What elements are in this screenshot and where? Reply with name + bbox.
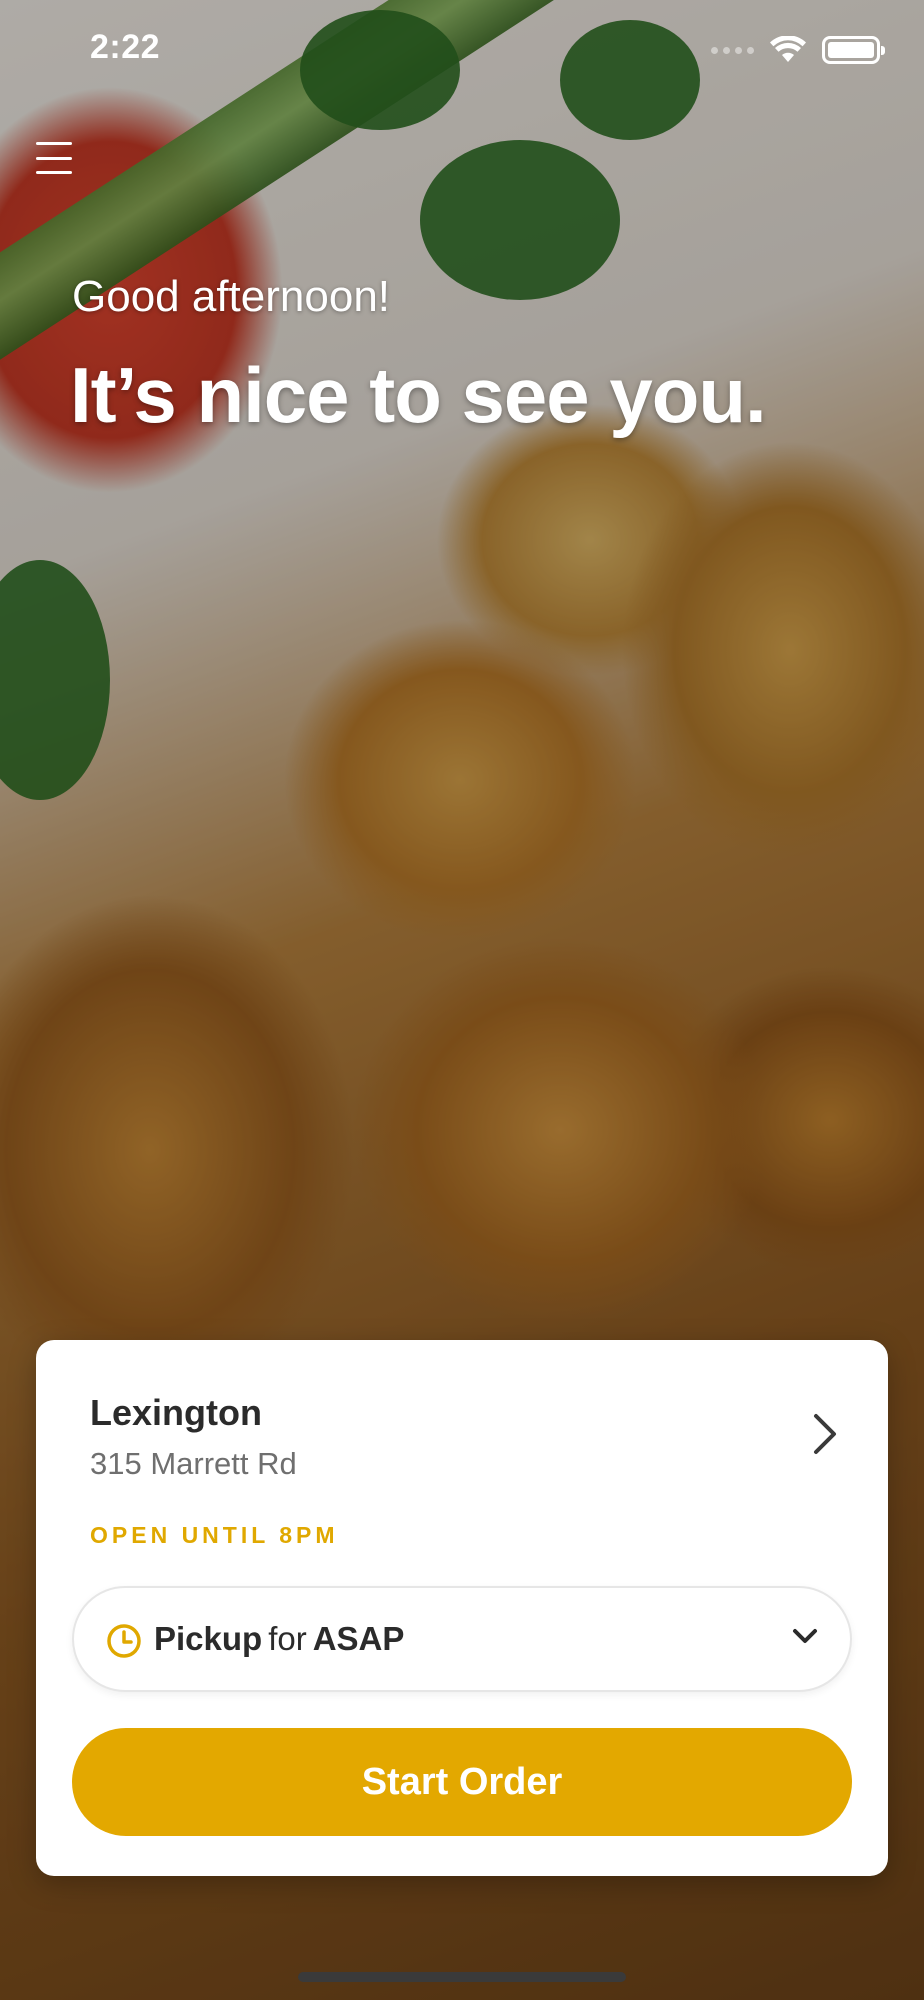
cellular-signal-icon — [711, 46, 754, 54]
order-mode-text: Pickup for ASAP — [154, 1620, 404, 1658]
wifi-icon — [770, 36, 806, 64]
status-bar: 2:22 — [0, 0, 924, 100]
location-address: 315 Marrett Rd — [90, 1446, 297, 1481]
clock-icon — [106, 1623, 142, 1664]
greeting-title: It’s nice to see you. — [70, 351, 767, 439]
location-name: Lexington — [90, 1392, 262, 1433]
start-order-button[interactable]: Start Order — [72, 1728, 852, 1836]
chevron-down-icon — [792, 1628, 818, 1651]
hamburger-menu-icon[interactable] — [34, 138, 74, 178]
greeting-subtitle: Good afternoon! — [72, 272, 391, 321]
battery-icon — [822, 36, 885, 64]
home-indicator — [298, 1972, 626, 1982]
order-method: Pickup — [154, 1620, 263, 1657]
order-time: ASAP — [312, 1620, 405, 1657]
location-card: Lexington 315 Marrett Rd OPEN UNTIL 8PM … — [36, 1340, 888, 1876]
status-time: 2:22 — [90, 28, 161, 66]
order-connector: for — [268, 1620, 307, 1657]
chevron-right-icon — [812, 1412, 838, 1461]
location-hours: OPEN UNTIL 8PM — [90, 1522, 339, 1548]
location-selector[interactable]: Lexington 315 Marrett Rd — [36, 1340, 888, 1530]
order-mode-dropdown[interactable]: Pickup for ASAP — [72, 1586, 852, 1692]
